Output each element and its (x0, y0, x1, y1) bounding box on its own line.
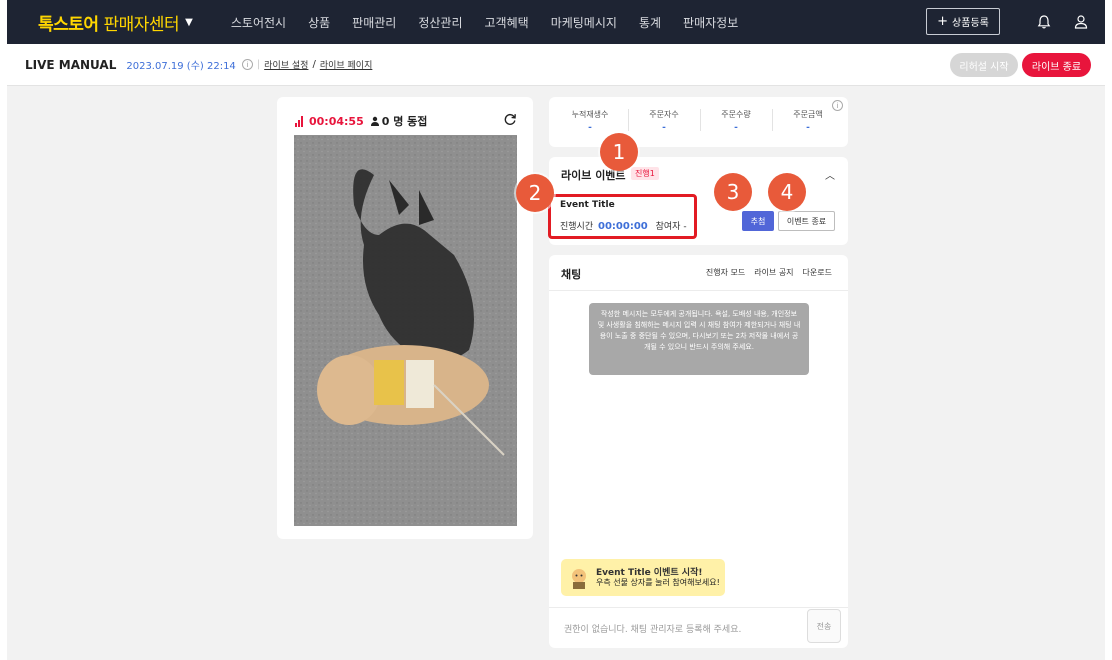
rehearsal-start-button[interactable]: 리허설 시작 (950, 53, 1018, 77)
stat-order-amount: 주문금액 - (773, 109, 843, 133)
event-start-toast: Event Title 이벤트 시작! 우측 선물 상자를 눌러 참여해보세요! (561, 559, 725, 596)
brand-logo[interactable]: 톡스토어 판매자센터 (38, 10, 180, 35)
menu-item-products[interactable]: 상품 (308, 14, 330, 31)
menu-item-stats[interactable]: 통계 (639, 14, 661, 31)
chat-panel: 채팅 진행자 모드 라이브 공지 다운로드 작성한 메시지는 모두에게 공개됩니… (549, 255, 848, 648)
chat-notice: 작성한 메시지는 모두에게 공개됩니다. 욕설, 도배성 내용, 개인정보 및 … (589, 303, 809, 375)
live-settings-link[interactable]: 라이브 설정 (264, 58, 308, 71)
bell-icon[interactable] (1033, 11, 1055, 33)
left-frame (0, 0, 7, 660)
live-notice-button[interactable]: 라이브 공지 (754, 267, 793, 278)
stats-info-icon[interactable]: i (832, 100, 843, 111)
page-title: LIVE MANUAL (25, 57, 117, 72)
stat-orderers: 주문자수 - (629, 109, 699, 133)
callout-1: 1 (600, 133, 638, 171)
main-menu: 스토어전시 상품 판매관리 정산관리 고객혜택 마케팅메시지 통계 판매자정보 (231, 14, 738, 31)
sales-stats-panel: 누적재생수 - 주문자수 - 주문수량 - 주문금액 - (549, 97, 848, 147)
info-icon[interactable]: i (241, 59, 253, 70)
callout-2: 2 (516, 174, 554, 212)
menu-item-store-display[interactable]: 스토어전시 (231, 14, 286, 31)
send-button[interactable]: 전송 (807, 609, 841, 643)
link-separator: / (312, 59, 316, 70)
video-status: 00:04:55 0 명 동접 (295, 113, 427, 129)
plus-icon: + (937, 14, 949, 29)
toast-title: Event Title 이벤트 시작! (596, 567, 703, 578)
callout-3: 3 (714, 173, 752, 211)
live-sub-header: LIVE MANUAL 2023.07.19 (수) 22:14 i | 라이브… (7, 44, 1105, 86)
stat-total-plays: 누적재생수 - (555, 109, 625, 133)
stat-value: - (806, 123, 810, 133)
divider: | (256, 59, 261, 70)
divider (549, 607, 848, 608)
brand-sub: 판매자센터 (98, 14, 180, 35)
stat-label: 주문자수 (649, 110, 679, 119)
host-mode-button[interactable]: 진행자 모드 (706, 267, 745, 278)
stat-label: 주문수량 (721, 110, 751, 119)
chat-input[interactable]: 권한이 없습니다. 채팅 관리자로 등록해 주세요. (564, 622, 741, 635)
signal-icon (295, 115, 303, 127)
live-video-panel: 00:04:55 0 명 동접 (277, 97, 533, 539)
user-icon[interactable] (1070, 11, 1092, 33)
live-end-button[interactable]: 라이브 종료 (1022, 53, 1091, 77)
menu-item-marketing[interactable]: 마케팅메시지 (551, 14, 617, 31)
stat-value: - (734, 123, 738, 133)
live-datetime: 2023.07.19 (수) 22:14 (126, 61, 236, 72)
event-end-button[interactable]: 이벤트 종료 (778, 211, 835, 231)
register-product-button[interactable]: + 상품등록 (926, 8, 1000, 35)
elapsed-time: 00:04:55 (309, 114, 364, 128)
divider (549, 290, 848, 291)
viewer-count-label: 0 명 동접 (381, 115, 428, 128)
stat-label: 누적재생수 (571, 110, 609, 119)
menu-item-settlement[interactable]: 정산관리 (418, 14, 462, 31)
character-icon (572, 568, 586, 589)
register-product-label: 상품등록 (952, 18, 989, 29)
collapse-chevron-icon[interactable]: ︿ (825, 167, 835, 182)
viewer-count: 0 명 동접 (370, 113, 428, 129)
download-button[interactable]: 다운로드 (803, 267, 832, 278)
menu-item-benefits[interactable]: 고객혜택 (485, 14, 529, 31)
right-frame (1105, 0, 1112, 660)
brand-dropdown-icon[interactable]: ▼ (185, 17, 193, 28)
highlight-box (548, 194, 697, 239)
menu-item-seller-info[interactable]: 판매자정보 (683, 14, 738, 31)
stat-value: - (662, 123, 666, 133)
person-icon (370, 116, 379, 126)
refresh-icon[interactable] (503, 111, 519, 127)
chat-header: 채팅 (561, 268, 582, 281)
live-page-link[interactable]: 라이브 페이지 (320, 58, 373, 71)
stat-order-qty: 주문수량 - (701, 109, 771, 133)
event-status-badge: 진행1 (631, 167, 659, 180)
stat-value: - (588, 123, 592, 133)
brand-main: 톡스토어 (38, 14, 99, 35)
callout-4: 4 (768, 173, 806, 211)
menu-item-sales[interactable]: 판매관리 (352, 14, 396, 31)
live-video-stream[interactable] (294, 135, 517, 526)
draw-winner-button[interactable]: 추첨 (742, 211, 774, 231)
toast-body: 우측 선물 상자를 눌러 참여해보세요! (596, 577, 720, 587)
stat-label: 주문금액 (793, 110, 823, 119)
chat-tools: 진행자 모드 라이브 공지 다운로드 (706, 267, 832, 278)
